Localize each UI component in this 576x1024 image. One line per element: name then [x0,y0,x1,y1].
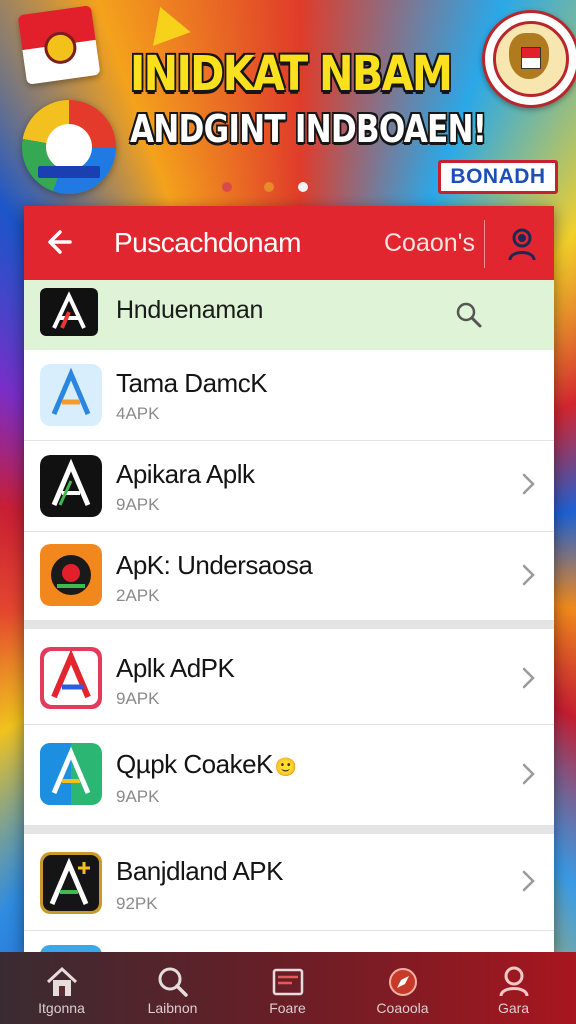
garuda-seal-icon [482,10,576,108]
tab-label: Itgonna [38,1000,85,1016]
emoji-icon: 🙂 [274,757,297,777]
list-item[interactable]: ApK: Undersaosa 2APK [24,532,554,621]
chevron-right-icon [522,870,535,892]
app-icon [40,743,102,805]
appbar-action-link[interactable]: Coaon's [384,226,475,260]
list-item[interactable]: Tama DamcK 4APK [24,350,554,441]
app-icon [40,852,102,914]
tab-label: Laibnon [147,1000,198,1016]
tab-home[interactable]: Itgonna [4,952,119,1024]
arrow-left-icon[interactable] [40,224,76,260]
app-name: Aplk AdPK [116,653,235,683]
bottom-tab-bar: Itgonna Laibnon Foare Coaoola Gara [0,952,576,1024]
chevron-right-icon [522,473,535,495]
section-divider [24,621,554,629]
banner-subheadline: ANDGINT INDBOAEN! [130,107,487,151]
chevron-right-icon [522,564,535,586]
search-icon[interactable] [454,300,484,330]
folder-icon [272,968,304,996]
carousel-dot-3[interactable] [298,182,308,192]
chevron-right-icon [522,667,535,689]
app-icon [40,364,102,426]
carousel-dot-2[interactable] [264,182,274,192]
appbar-divider [484,220,485,268]
list-item[interactable] [24,931,554,954]
app-subtitle: 2APK [116,586,160,605]
app-subtitle: 4APK [116,404,160,423]
list-item[interactable]: Apikara Aplk 9APK [24,441,554,532]
app-list-card: Puscachdonam Coaon's Hnduenaman Tama Dam… [24,206,554,954]
app-icon [40,647,102,709]
app-name: Tama DamcK [116,368,268,398]
app-icon [40,455,102,517]
arrow-decoration-icon [141,0,191,46]
app-subtitle: 92PK [116,894,158,913]
list-item[interactable]: Qµpk CoakeK 🙂 9APK [24,725,554,826]
tab-search[interactable]: Laibnon [115,952,230,1024]
app-subtitle: 9APK [116,689,160,708]
tab-compass[interactable]: Coaoola [345,952,460,1024]
chevron-right-icon [522,763,535,785]
app-subtitle: 9APK [116,787,160,806]
tab-profile[interactable]: Gara [456,952,571,1024]
app-icon [40,544,102,606]
app-bar: Puscachdonam Coaon's [24,206,554,280]
compass-icon [389,968,417,996]
list-item[interactable]: Banjdland APK 92PK [24,834,554,931]
user-icon[interactable] [506,226,538,262]
app-name: ApK: Undersaosa [116,550,313,580]
promo-banner: INIDKAT NBAM ANDGINT INDBOAEN! BONADH [0,0,576,210]
page-title: Puscachdonam [114,227,302,258]
search-bar[interactable]: Hnduenaman [24,280,554,350]
banner-headline: INIDKAT NBAM [130,46,453,102]
carousel-dot-1[interactable] [222,182,232,192]
search-app-icon [40,288,98,336]
tab-folder[interactable]: Foare [230,952,345,1024]
banner-badge[interactable]: BONADH [438,160,558,194]
tab-label: Gara [497,1000,530,1016]
brand-logo-icon [22,100,116,194]
search-input[interactable]: Hnduenaman [116,296,263,325]
indonesia-flag-icon [17,5,101,85]
section-divider [24,826,554,834]
home-icon [46,966,78,996]
app-name: Apikara Aplk [116,459,255,489]
app-name: Banjdland APK [116,856,283,886]
search-icon [158,967,188,997]
app-subtitle: 9APK [116,495,160,514]
profile-icon [499,966,529,997]
list-item[interactable]: Aplk AdPK 9APK [24,629,554,725]
app-name: Qµpk CoakeK 🙂 [116,749,297,779]
tab-label: Coaoola [376,1000,429,1016]
tab-label: Foare [269,1000,306,1016]
